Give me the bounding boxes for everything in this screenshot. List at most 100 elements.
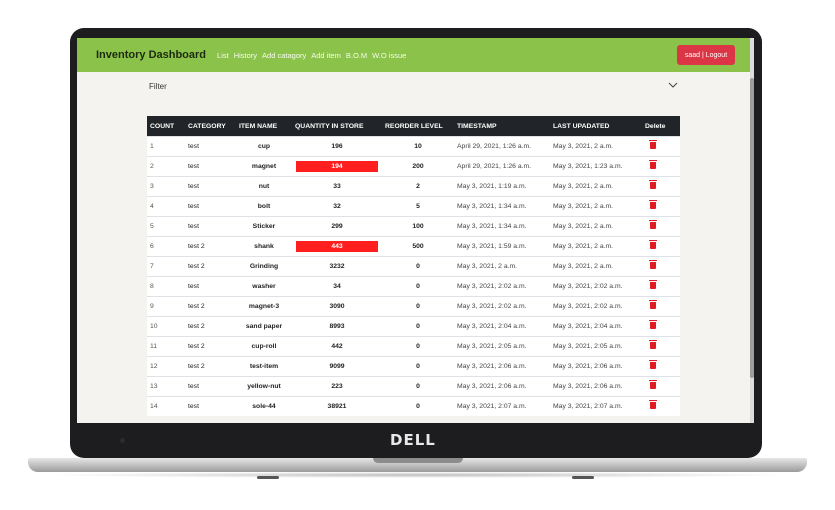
cell-delete	[642, 336, 680, 357]
cell-category: test 2	[185, 316, 236, 337]
cell-delete	[642, 176, 680, 197]
cell-item-name: magnet	[236, 156, 292, 177]
cell-delete	[642, 276, 680, 297]
table-row: 12 test 2 test-item 9099 0 May 3, 2021, 2:06 …	[147, 356, 680, 377]
cell-last-updated: May 3, 2021, 2:02 a.m.	[550, 276, 642, 297]
cell-item-name: magnet-3	[236, 296, 292, 317]
cell-count: 8	[147, 276, 185, 297]
nav-link-wo-issue[interactable]: W.O issue	[372, 51, 406, 60]
chevron-down-icon[interactable]	[668, 81, 678, 91]
cell-delete	[642, 236, 680, 257]
cell-item-name: Sticker	[236, 216, 292, 237]
cell-quantity: 442	[292, 336, 382, 357]
laptop-chin: DELL	[70, 423, 762, 458]
low-stock-badge: 443	[296, 241, 378, 252]
cell-count: 5	[147, 216, 185, 237]
header-item-name: ITEM NAME	[236, 116, 292, 137]
cell-reorder-level: 2	[382, 176, 454, 197]
cell-timestamp: May 3, 2021, 2 a.m.	[454, 256, 550, 277]
cell-item-name: cup-roll	[236, 336, 292, 357]
cell-count: 13	[147, 376, 185, 397]
nav-link-history[interactable]: History	[234, 51, 257, 60]
cell-timestamp: May 3, 2021, 2:05 a.m.	[454, 336, 550, 357]
header-last-updated: LAST UPADATED	[550, 116, 642, 137]
header-count: COUNT	[147, 116, 185, 137]
trash-icon[interactable]	[649, 400, 657, 409]
trash-icon[interactable]	[649, 340, 657, 349]
scrollbar[interactable]	[750, 38, 754, 423]
trash-icon[interactable]	[649, 140, 657, 149]
trash-icon[interactable]	[649, 300, 657, 309]
trash-icon[interactable]	[649, 200, 657, 209]
nav-link-add-item[interactable]: Add item	[311, 51, 341, 60]
table-row: 7 test 2 Grinding 3232 0 May 3, 2021, 2 a.m. M…	[147, 256, 680, 277]
cell-quantity: 38921	[292, 396, 382, 416]
cell-category: test	[185, 156, 236, 177]
table-row: 14 test sole-44 38921 0 May 3, 2021, 2:07 a.m…	[147, 396, 680, 416]
cell-delete	[642, 136, 680, 157]
cell-category: test	[185, 196, 236, 217]
cell-item-name: Grinding	[236, 256, 292, 277]
table-header-row: COUNT CATEGORY ITEM NAME QUANTITY IN STO…	[147, 116, 680, 137]
brand-title[interactable]: Inventory Dashboard	[96, 49, 206, 61]
cell-category: test	[185, 376, 236, 397]
cell-last-updated: May 3, 2021, 2 a.m.	[550, 176, 642, 197]
logout-button[interactable]: saad | Logout	[677, 45, 735, 65]
laptop-base	[28, 458, 807, 472]
cell-category: test	[185, 136, 236, 157]
scrollbar-thumb[interactable]	[750, 78, 754, 378]
cell-reorder-level: 100	[382, 216, 454, 237]
cell-delete	[642, 376, 680, 397]
cell-timestamp: May 3, 2021, 2:06 a.m.	[454, 356, 550, 377]
laptop-lid: Inventory Dashboard List History Add cat…	[70, 28, 762, 458]
cell-item-name: nut	[236, 176, 292, 197]
cell-count: 4	[147, 196, 185, 217]
cell-timestamp: May 3, 2021, 2:04 a.m.	[454, 316, 550, 337]
cell-last-updated: May 3, 2021, 2 a.m.	[550, 136, 642, 157]
cell-category: test 2	[185, 356, 236, 377]
table-row: 6 test 2 shank 443 500 May 3, 2021, 1:59 a.m.…	[147, 236, 680, 257]
cell-item-name: yellow-nut	[236, 376, 292, 397]
cell-delete	[642, 156, 680, 177]
cell-count: 11	[147, 336, 185, 357]
cell-last-updated: May 3, 2021, 2:05 a.m.	[550, 336, 642, 357]
table-row: 4 test bolt 32 5 May 3, 2021, 1:34 a.m. May 3,…	[147, 196, 680, 217]
trash-icon[interactable]	[649, 380, 657, 389]
laptop-foot	[257, 476, 279, 479]
cell-reorder-level: 0	[382, 316, 454, 337]
cell-count: 1	[147, 136, 185, 157]
trash-icon[interactable]	[649, 180, 657, 189]
cell-delete	[642, 296, 680, 317]
cell-category: test 2	[185, 336, 236, 357]
header-timestamp: TIMESTAMP	[454, 116, 550, 137]
trash-icon[interactable]	[649, 320, 657, 329]
header-delete: Delete	[642, 116, 680, 137]
nav-link-add-category[interactable]: Add catagory	[262, 51, 306, 60]
trash-icon[interactable]	[649, 360, 657, 369]
base-shadow	[40, 472, 795, 478]
cell-quantity: 32	[292, 196, 382, 217]
cell-quantity: 9099	[292, 356, 382, 377]
cell-quantity: 194	[292, 156, 382, 177]
cell-quantity: 196	[292, 136, 382, 157]
nav-link-list[interactable]: List	[217, 51, 229, 60]
trash-icon[interactable]	[649, 220, 657, 229]
table-row: 2 test magnet 194 200 April 29, 2021, 1:26 a.…	[147, 156, 680, 177]
trash-icon[interactable]	[649, 260, 657, 269]
table-row: 13 test yellow-nut 223 0 May 3, 2021, 2:06 a.…	[147, 376, 680, 397]
trash-icon[interactable]	[649, 240, 657, 249]
low-stock-badge: 194	[296, 161, 378, 172]
cell-reorder-level: 0	[382, 256, 454, 277]
cell-delete	[642, 196, 680, 217]
cell-category: test	[185, 276, 236, 297]
cell-quantity: 33	[292, 176, 382, 197]
cell-timestamp: May 3, 2021, 2:02 a.m.	[454, 296, 550, 317]
cell-reorder-level: 200	[382, 156, 454, 177]
cell-timestamp: April 29, 2021, 1:26 a.m.	[454, 156, 550, 177]
webcam	[120, 438, 125, 443]
filter-toggle-label[interactable]: Filter	[149, 82, 167, 91]
trash-icon[interactable]	[649, 280, 657, 289]
cell-timestamp: May 3, 2021, 2:06 a.m.	[454, 376, 550, 397]
nav-link-bom[interactable]: B.O.M	[346, 51, 367, 60]
trash-icon[interactable]	[649, 160, 657, 169]
